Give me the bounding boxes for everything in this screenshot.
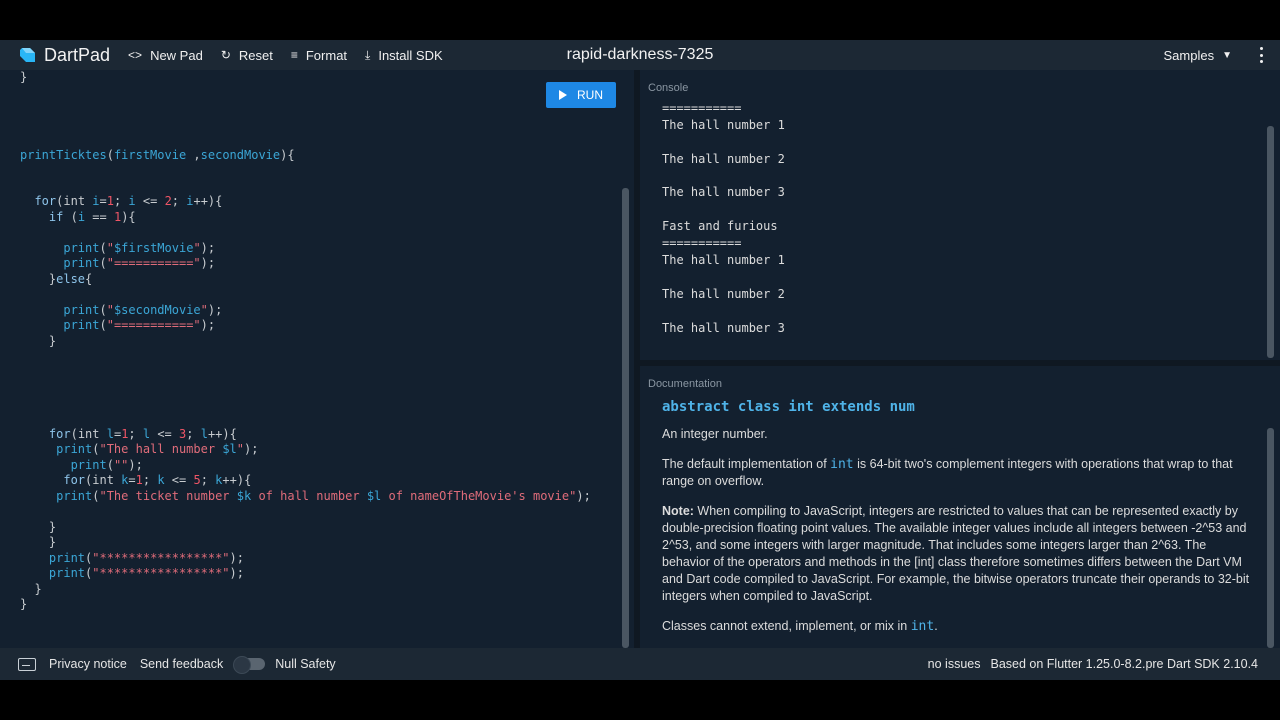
issues-status: no issues	[927, 657, 981, 671]
doc-code: int	[910, 619, 935, 634]
doc-note: Note: When compiling to JavaScript, inte…	[662, 503, 1252, 605]
format-align-icon: ≡	[290, 48, 298, 62]
keyboard-icon[interactable]	[18, 657, 36, 671]
brand-name: DartPad	[44, 44, 111, 65]
doc-code: int	[830, 457, 854, 472]
sdk-version: Based on Flutter 1.25.0-8.2.pre Dart SDK…	[990, 657, 1258, 671]
privacy-notice-link[interactable]: Privacy notice	[49, 657, 127, 671]
reset-button[interactable]: ↻ Reset	[221, 48, 273, 63]
console-line: ===========	[662, 236, 742, 251]
new-pad-label: New Pad	[150, 47, 203, 63]
null-safety-label: Null Safety	[275, 657, 336, 671]
doc-text: The default implementation of	[662, 457, 831, 471]
console-label: Console	[648, 82, 689, 94]
console-line: Fast and furious	[662, 219, 778, 234]
note-label: Note:	[662, 504, 694, 518]
console-line: The hall number 3	[662, 320, 785, 335]
documentation-body: abstract class int extends num An intege…	[662, 399, 1252, 648]
console-output: =========== The hall number 1 The hall num…	[662, 100, 785, 336]
dartpad-logo[interactable]: DartPad	[18, 45, 110, 66]
install-sdk-label: Install SDK	[378, 47, 443, 63]
run-button[interactable]: RUN	[546, 82, 616, 108]
code-content[interactable]: } printTicktes(firstMovie ,secondMovie){ …	[20, 70, 591, 613]
chevron-down-icon: ▼	[1222, 49, 1232, 61]
editor-scrollbar[interactable]	[622, 188, 629, 648]
null-safety-toggle[interactable]	[233, 656, 266, 674]
documentation-panel: Documentation abstract class int extends…	[640, 366, 1280, 648]
console-line: ===========	[662, 101, 742, 115]
documentation-label: Documentation	[648, 378, 722, 390]
toggle-knob	[233, 656, 252, 674]
console-line: The hall number 3	[662, 185, 785, 200]
console-scrollbar[interactable]	[1267, 126, 1274, 358]
send-feedback-link[interactable]: Send feedback	[140, 657, 223, 671]
top-bar: DartPad <> New Pad ↻ Reset ≡ Format ⤓ In…	[0, 40, 1280, 70]
code-editor[interactable]: } printTicktes(firstMovie ,secondMovie){ …	[0, 70, 634, 648]
console-panel: Console =========== The hall number 1 The …	[640, 70, 1280, 360]
code-icon: <>	[128, 48, 143, 62]
doc-heading: abstract class int extends num	[662, 399, 915, 415]
status-bar: Privacy notice Send feedback Null Safety…	[0, 648, 1280, 680]
doc-text: Classes cannot extend, implement, or mix…	[662, 619, 911, 633]
reset-label: Reset	[238, 47, 273, 63]
refresh-icon: ↻	[220, 48, 231, 62]
doc-paragraph: The default implementation of int is 64-…	[662, 456, 1252, 490]
run-label: RUN	[577, 88, 603, 102]
console-line: The hall number 2	[662, 151, 785, 166]
console-line: The hall number 2	[662, 286, 785, 301]
doc-text: When compiling to JavaScript, integers a…	[662, 504, 1250, 603]
install-sdk-button[interactable]: ⤓ Install SDK	[365, 48, 443, 63]
more-vert-icon[interactable]	[1256, 47, 1266, 63]
format-button[interactable]: ≡ Format	[291, 48, 347, 63]
documentation-scrollbar[interactable]	[1267, 428, 1274, 648]
format-label: Format	[305, 47, 348, 63]
samples-dropdown[interactable]: Samples ▼	[1164, 40, 1232, 70]
dart-logo-icon	[20, 48, 35, 62]
console-line: The hall number 1	[662, 253, 785, 268]
play-icon	[559, 90, 567, 100]
status-right: no issues Based on Flutter 1.25.0-8.2.pr…	[928, 648, 1258, 680]
download-icon: ⤓	[365, 47, 371, 62]
console-line: The hall number 1	[662, 117, 785, 132]
doc-paragraph: An integer number.	[662, 427, 768, 441]
new-pad-button[interactable]: <> New Pad	[128, 48, 203, 63]
doc-paragraph: Classes cannot extend, implement, or mix…	[662, 618, 1252, 635]
doc-text: .	[934, 619, 938, 633]
dartpad-app: DartPad <> New Pad ↻ Reset ≡ Format ⤓ In…	[0, 40, 1280, 680]
samples-label: Samples	[1163, 47, 1215, 63]
